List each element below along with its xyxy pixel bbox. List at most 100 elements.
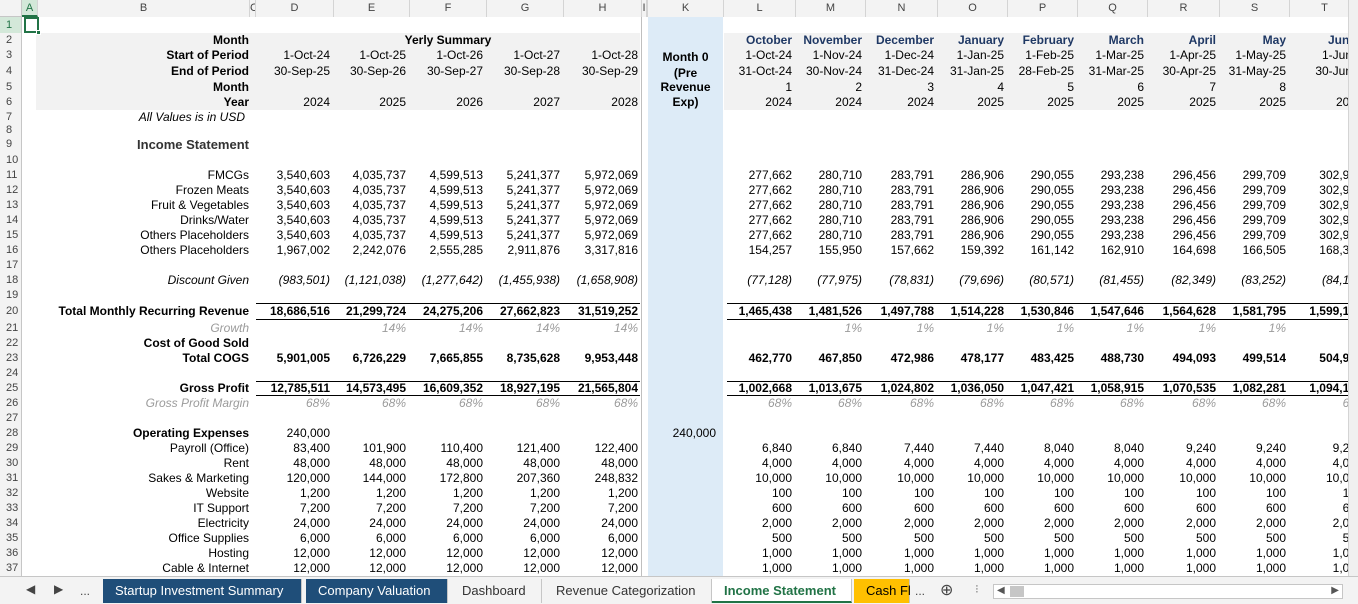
fill-handle[interactable] bbox=[36, 30, 41, 35]
column-header-m[interactable]: M bbox=[796, 0, 866, 17]
scroll-right-icon[interactable]: ▶ bbox=[1331, 585, 1339, 596]
monthly-r33-c7: 600 bbox=[1195, 501, 1216, 515]
monthly-r18-c6: (81,455) bbox=[1099, 273, 1144, 287]
monthly-r29-c8: 9,240 bbox=[1255, 441, 1286, 455]
add-sheet-icon[interactable]: ⊕ bbox=[940, 580, 953, 600]
column-header-b[interactable]: B bbox=[38, 0, 250, 17]
monthly-r26-c6: 68% bbox=[1119, 396, 1144, 410]
row-header-11[interactable]: 11 bbox=[0, 168, 22, 183]
column-header-t[interactable]: T bbox=[1290, 0, 1348, 17]
row-header-37[interactable]: 37 bbox=[0, 561, 22, 576]
column-header-s[interactable]: S bbox=[1220, 0, 1290, 17]
select-all-corner[interactable] bbox=[0, 0, 22, 17]
row-header-33[interactable]: 33 bbox=[0, 501, 22, 516]
tab-company-valuation[interactable]: Company Valuation bbox=[306, 579, 448, 603]
column-header-g[interactable]: G bbox=[487, 0, 564, 17]
row-header-19[interactable]: 19 bbox=[0, 288, 22, 303]
yearly-r28-c5 bbox=[564, 426, 638, 441]
column-header-d[interactable]: D bbox=[256, 0, 334, 17]
row-header-20[interactable]: 20 bbox=[0, 303, 22, 320]
column-header-p[interactable]: P bbox=[1008, 0, 1078, 17]
row-header-36[interactable]: 36 bbox=[0, 546, 22, 561]
monthly-r35-c6: 500 bbox=[1123, 531, 1144, 545]
row-header-6[interactable]: 6 bbox=[0, 95, 22, 110]
row-header-27[interactable]: 27 bbox=[0, 411, 22, 426]
tab-cash-flow[interactable]: Cash Fl bbox=[854, 579, 911, 603]
tab-startup-investment-summary[interactable]: Startup Investment Summary bbox=[103, 579, 302, 603]
yearly-r31-c2: 144,000 bbox=[362, 471, 406, 485]
monthly-r26-c7: 68% bbox=[1191, 396, 1216, 410]
row-header-18[interactable]: 18 bbox=[0, 273, 22, 288]
row-header-24[interactable]: 24 bbox=[0, 366, 22, 381]
row-header-9[interactable]: 9 bbox=[0, 136, 22, 153]
monthly-r12-c6: 293,238 bbox=[1100, 183, 1144, 197]
row-header-4[interactable]: 4 bbox=[0, 63, 22, 80]
monthly-r14-c3: 283,791 bbox=[890, 213, 934, 227]
more-sheets-right-button[interactable]: ... bbox=[915, 584, 925, 598]
monthly-gp-bottom-line bbox=[727, 395, 1348, 396]
row-header-32[interactable]: 32 bbox=[0, 486, 22, 501]
yearly-r33-c5: 7,200 bbox=[607, 501, 638, 515]
tab-income-statement[interactable]: Income Statement bbox=[712, 579, 852, 603]
row-header-22[interactable]: 22 bbox=[0, 336, 22, 351]
spreadsheet-grid[interactable]: ABCDEFGHIJKLMNOPQRST 1234567891011121314… bbox=[0, 0, 1348, 576]
row-header-15[interactable]: 15 bbox=[0, 228, 22, 243]
tab-revenue-categorization[interactable]: Revenue Categorization bbox=[544, 579, 712, 603]
monthly-r15-c9: 302,99 bbox=[1319, 228, 1348, 242]
column-header-n[interactable]: N bbox=[866, 0, 938, 17]
yearly-r12-c3: 4,599,513 bbox=[429, 183, 483, 197]
tab-split-handle-icon[interactable]: ⁝ bbox=[975, 582, 979, 596]
column-header-h[interactable]: H bbox=[564, 0, 642, 17]
row-header-8[interactable]: 8 bbox=[0, 125, 22, 136]
yearly-r23-c4: 8,735,628 bbox=[506, 351, 560, 365]
more-sheets-left-button[interactable]: ... bbox=[80, 584, 90, 598]
column-header-q[interactable]: Q bbox=[1078, 0, 1148, 17]
column-header-f[interactable]: F bbox=[410, 0, 487, 17]
column-header-r[interactable]: R bbox=[1148, 0, 1220, 17]
row-header-16[interactable]: 16 bbox=[0, 243, 22, 258]
row-header-31[interactable]: 31 bbox=[0, 471, 22, 486]
row-header-17[interactable]: 17 bbox=[0, 258, 22, 273]
month-year-5: 2025 bbox=[1047, 95, 1074, 109]
monthly-r28-c8 bbox=[1220, 426, 1286, 441]
next-sheet-icon[interactable]: ▶ bbox=[54, 582, 63, 596]
row-header-21[interactable]: 21 bbox=[0, 320, 22, 336]
monthly-r13-c3: 283,791 bbox=[890, 198, 934, 212]
column-header-o[interactable]: O bbox=[938, 0, 1008, 17]
monthly-r14-c2: 280,710 bbox=[818, 213, 862, 227]
row-header-5[interactable]: 5 bbox=[0, 80, 22, 95]
row-header-13[interactable]: 13 bbox=[0, 198, 22, 213]
row-header-26[interactable]: 26 bbox=[0, 396, 22, 411]
horizontal-scroll-thumb[interactable] bbox=[1010, 586, 1024, 597]
column-header-l[interactable]: L bbox=[724, 0, 796, 17]
row-header-2[interactable]: 2 bbox=[0, 33, 22, 48]
column-header-k[interactable]: K bbox=[648, 0, 724, 17]
scroll-left-icon[interactable]: ◀ bbox=[997, 585, 1005, 596]
column-header-a[interactable]: A bbox=[22, 0, 38, 17]
row-header-29[interactable]: 29 bbox=[0, 441, 22, 456]
row-header-12[interactable]: 12 bbox=[0, 183, 22, 198]
row-header-34[interactable]: 34 bbox=[0, 516, 22, 531]
row-header-14[interactable]: 14 bbox=[0, 213, 22, 228]
yearly-r20-c1: 18,686,516 bbox=[269, 304, 330, 318]
yearly-r15-c2: 4,035,737 bbox=[352, 228, 406, 242]
row-header-30[interactable]: 30 bbox=[0, 456, 22, 471]
monthly-r28-c5 bbox=[1008, 426, 1074, 441]
row-header-25[interactable]: 25 bbox=[0, 381, 22, 396]
row-header-7[interactable]: 7 bbox=[0, 110, 22, 125]
row-header-35[interactable]: 35 bbox=[0, 531, 22, 546]
vertical-scrollbar[interactable] bbox=[1348, 0, 1358, 576]
month-year-7: 2025 bbox=[1189, 95, 1216, 109]
yearly-r30-c3: 48,000 bbox=[446, 456, 483, 470]
row-label-hosting: Hosting bbox=[208, 546, 249, 560]
row-header-1[interactable]: 1 bbox=[0, 17, 22, 33]
yearly-r32-c3: 1,200 bbox=[452, 486, 483, 500]
column-header-e[interactable]: E bbox=[334, 0, 410, 17]
row-header-3[interactable]: 3 bbox=[0, 48, 22, 63]
tab-dashboard[interactable]: Dashboard bbox=[450, 579, 542, 603]
prev-sheet-icon[interactable]: ◀ bbox=[26, 582, 35, 596]
row-header-23[interactable]: 23 bbox=[0, 351, 22, 366]
row-header-28[interactable]: 28 bbox=[0, 426, 22, 441]
row-header-10[interactable]: 10 bbox=[0, 153, 22, 168]
horizontal-scrollbar[interactable]: ◀ ▶ bbox=[993, 584, 1343, 599]
